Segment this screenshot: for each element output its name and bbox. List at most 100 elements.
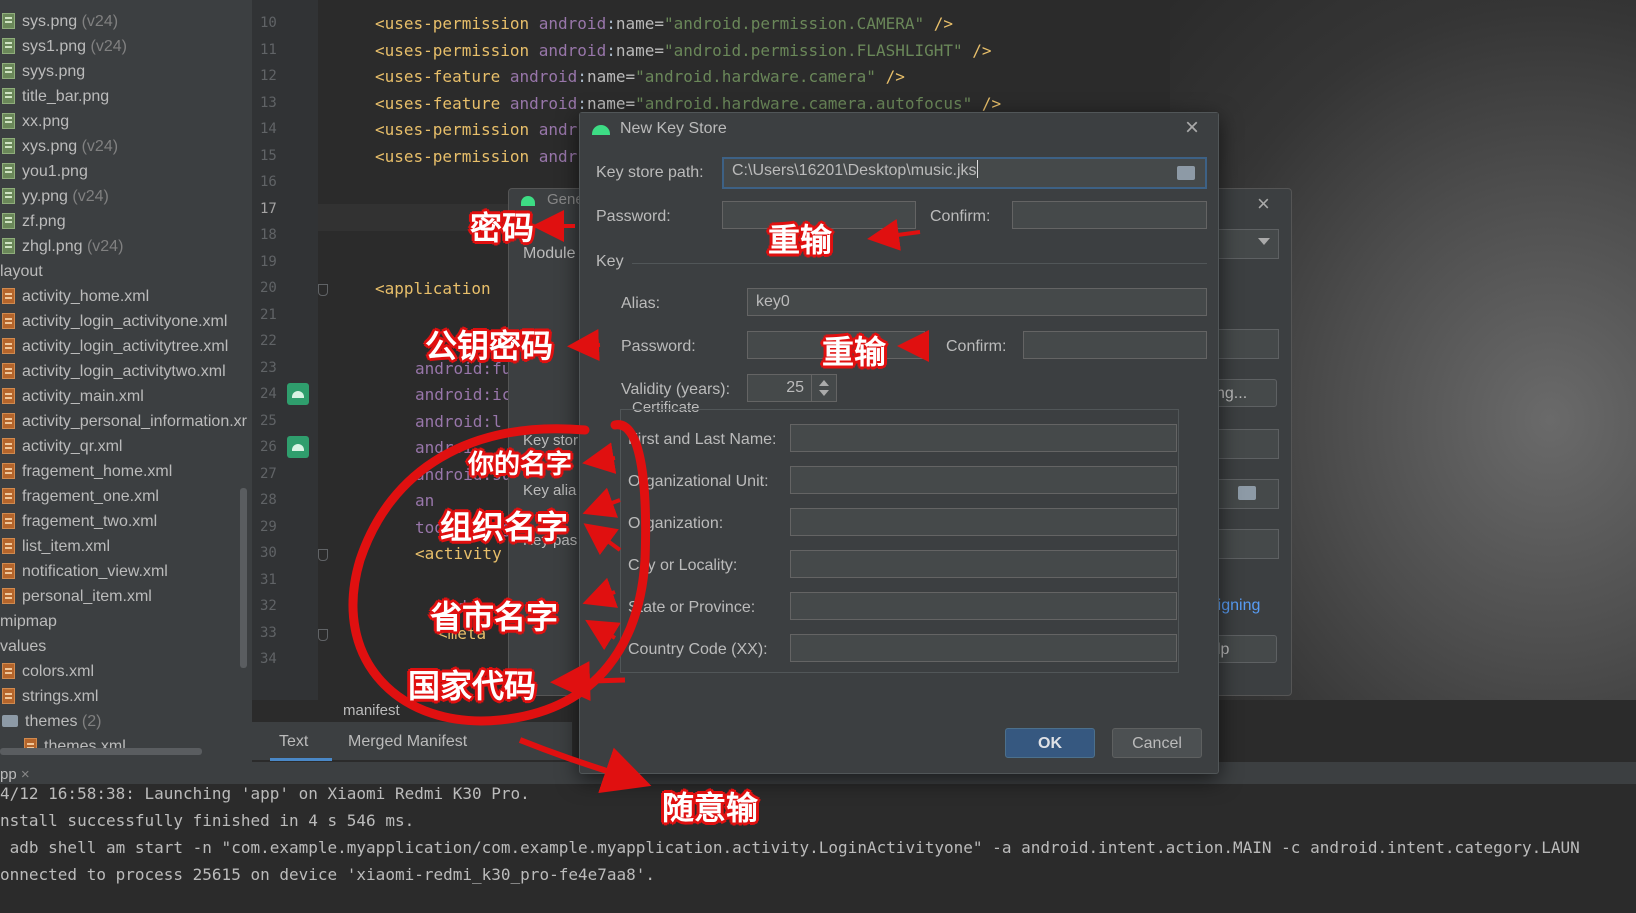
- organization-label: Organization:: [628, 515, 724, 532]
- tree-item[interactable]: colors.xml: [2, 660, 94, 684]
- tree-item[interactable]: activity_login_activitytree.xml: [2, 335, 228, 359]
- country-code-input[interactable]: [790, 634, 1177, 662]
- tree-item-qualifier: (v24): [81, 138, 119, 155]
- tree-item[interactable]: activity_main.xml: [2, 385, 144, 409]
- project-tree-hscrollbar[interactable]: [0, 748, 202, 755]
- first-last-name-label: First and Last Name:: [628, 431, 777, 448]
- xml-file-icon: [2, 663, 15, 679]
- xml-file-icon: [2, 413, 15, 429]
- tree-item-label: themes: [25, 713, 78, 730]
- breadcrumb[interactable]: manifest: [343, 702, 400, 719]
- image-file-icon: [2, 38, 15, 54]
- android-gutter-icon[interactable]: [287, 436, 309, 458]
- state-label: State or Province:: [628, 599, 756, 616]
- code-attr: name=: [586, 67, 636, 86]
- tree-item[interactable]: zf.png: [2, 210, 66, 234]
- tab-text[interactable]: Text: [279, 733, 308, 751]
- tree-item[interactable]: fragement_two.xml: [2, 510, 157, 534]
- tree-item-qualifier: (v24): [81, 13, 119, 30]
- line-number-gutter: 10 11 12 13 14 15 16 17 18 19 20 21 22 23 24 25 26 27 28 29…: [252, 0, 318, 700]
- tab-selected-indicator: [270, 758, 332, 761]
- tree-item[interactable]: syys.png: [2, 60, 85, 84]
- xml-file-icon: [2, 538, 15, 554]
- tree-item-label: values: [0, 638, 47, 655]
- xml-file-icon: [2, 313, 15, 329]
- tree-item[interactable]: values: [0, 635, 46, 659]
- first-last-name-input[interactable]: [790, 424, 1177, 452]
- tree-item[interactable]: zhgl.png (v24): [2, 235, 123, 259]
- line-number: 12: [260, 68, 277, 84]
- confirm-password-input[interactable]: [1012, 201, 1207, 229]
- fold-icon[interactable]: [318, 628, 328, 641]
- key-section-label: Key: [596, 253, 624, 270]
- tree-item[interactable]: mipmap: [0, 610, 57, 634]
- annotation-reenter-1: 重输: [768, 221, 833, 259]
- tree-item[interactable]: activity_personal_information.xr: [2, 410, 247, 434]
- spinner-arrows-icon[interactable]: [811, 375, 836, 401]
- console-line: adb shell am start -n "com.example.myapp…: [0, 838, 1580, 857]
- tree-item[interactable]: fragement_one.xml: [2, 485, 159, 509]
- project-tree-scrollbar[interactable]: [240, 488, 247, 668]
- tree-item[interactable]: xys.png (v24): [2, 135, 118, 159]
- tree-item[interactable]: sys.png (v24): [2, 10, 118, 34]
- line-number: 29: [260, 518, 277, 535]
- tree-item-label: activity_login_activitytwo.xml: [22, 363, 226, 380]
- tree-item[interactable]: themes.xml: [24, 735, 126, 759]
- xml-file-icon: [2, 363, 15, 379]
- tree-item[interactable]: list_item.xml: [2, 535, 110, 559]
- folder-icon[interactable]: [1177, 166, 1195, 180]
- city-input[interactable]: [790, 550, 1177, 578]
- line-number: 13: [260, 94, 277, 111]
- cancel-button[interactable]: Cancel: [1112, 728, 1202, 758]
- tree-item[interactable]: themes (2): [2, 710, 101, 734]
- tree-item[interactable]: you1.png: [2, 160, 88, 184]
- tree-item[interactable]: layout: [0, 260, 43, 284]
- fold-icon[interactable]: [318, 284, 328, 296]
- validity-spinner[interactable]: 25: [747, 374, 837, 402]
- tree-item[interactable]: strings.xml: [2, 685, 98, 709]
- tree-item-qualifier: (v24): [90, 38, 127, 55]
- close-icon[interactable]: ×: [1257, 191, 1270, 217]
- close-icon[interactable]: ×: [1185, 114, 1199, 142]
- tree-item[interactable]: sys1.png (v24): [2, 35, 127, 59]
- tree-item[interactable]: xx.png: [2, 110, 69, 134]
- state-input[interactable]: [790, 592, 1177, 620]
- code-attr: name=: [615, 40, 665, 60]
- code-namespace: android: [509, 67, 578, 86]
- tree-item[interactable]: activity_home.xml: [2, 285, 149, 309]
- xml-file-icon: [2, 338, 15, 354]
- run-console[interactable]: 4/12 16:58:38: Launching 'app' on Xiaomi…: [0, 784, 1636, 913]
- line-number: 17: [260, 200, 277, 217]
- key-store-path-input[interactable]: C:\Users\16201\Desktop\music.jks: [722, 157, 1207, 189]
- ok-button[interactable]: OK: [1005, 728, 1095, 758]
- annotation-anything: 随意输: [662, 789, 759, 827]
- key-confirm-input[interactable]: [1023, 331, 1207, 359]
- tree-item-label: layout: [0, 263, 43, 280]
- folder-icon: [2, 715, 18, 727]
- project-tree-panel: sys.png (v24) sys1.png (v24) syys.png title…: [0, 0, 252, 762]
- line-number: 25: [260, 412, 277, 429]
- tree-item[interactable]: title_bar.png: [2, 85, 109, 109]
- tree-item-label: activity_login_activityone.xml: [22, 313, 228, 330]
- tree-item[interactable]: activity_login_activityone.xml: [2, 310, 227, 334]
- alias-input[interactable]: key0: [747, 288, 1207, 316]
- line-number: 16: [260, 174, 277, 190]
- tree-item[interactable]: activity_login_activitytwo.xml: [2, 360, 226, 384]
- image-file-icon: [2, 113, 15, 129]
- line-number: 33: [260, 624, 277, 641]
- android-gutter-icon[interactable]: [287, 383, 309, 405]
- code-namespace: andr: [538, 146, 578, 166]
- tree-item[interactable]: personal_item.xml: [2, 585, 152, 609]
- tree-item[interactable]: activity_qr.xml: [2, 435, 122, 459]
- fold-icon[interactable]: [318, 549, 328, 561]
- tree-item[interactable]: yy.png (v24): [2, 185, 109, 209]
- tab-merged-manifest[interactable]: Merged Manifest: [348, 733, 467, 751]
- tree-item[interactable]: notification_view.xml: [2, 560, 168, 584]
- organization-input[interactable]: [790, 508, 1177, 536]
- dialog-title: New Key Store: [620, 120, 727, 137]
- code-colon: :: [577, 67, 587, 86]
- org-unit-input[interactable]: [790, 466, 1177, 494]
- tree-item[interactable]: fragement_home.xml: [2, 460, 172, 484]
- android-icon: [592, 125, 610, 135]
- console-line: onnected to process 25615 on device 'xia…: [0, 865, 656, 884]
